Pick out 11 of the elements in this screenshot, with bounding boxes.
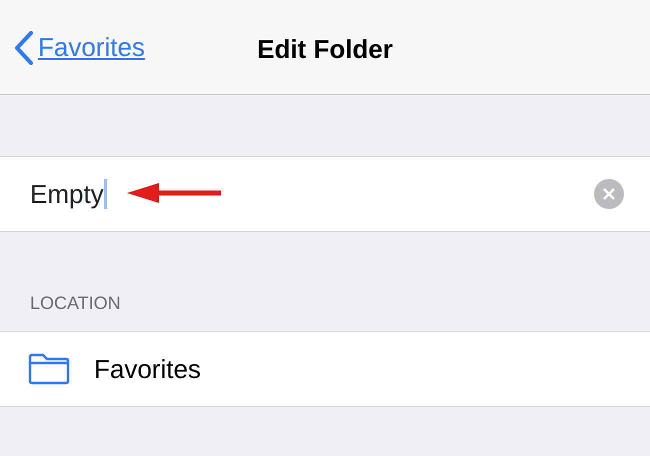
- field-text: Empty: [30, 178, 104, 210]
- folder-icon: [28, 353, 70, 385]
- location-label: Favorites: [94, 352, 201, 386]
- back-link[interactable]: Favorites: [34, 28, 149, 67]
- back-chevron-icon[interactable]: [14, 30, 34, 64]
- screen-title: Edit Folder: [257, 33, 393, 66]
- section-header: LOCATION: [29, 292, 122, 315]
- close-icon: [603, 188, 615, 200]
- name-field[interactable]: Empty: [0, 156, 650, 232]
- location-row[interactable]: Favorites: [0, 331, 650, 407]
- clear-button[interactable]: [594, 179, 624, 209]
